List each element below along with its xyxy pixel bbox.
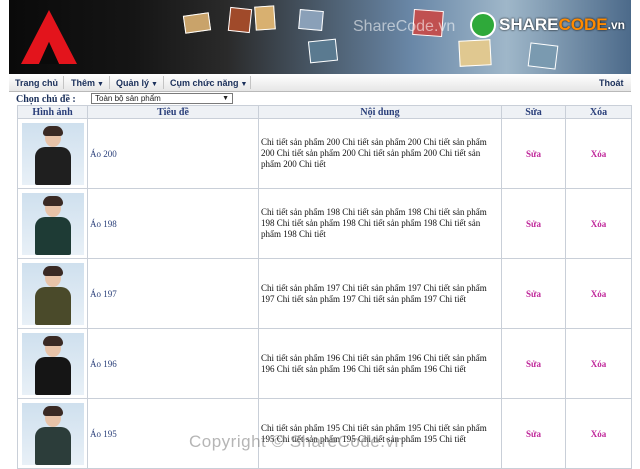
menu-item-add[interactable]: Thêm ▼: [71, 78, 104, 88]
product-title-link[interactable]: Áo 197: [88, 289, 117, 299]
logo-icon: [21, 10, 77, 64]
product-thumbnail[interactable]: [21, 402, 84, 465]
banner-photo: [458, 39, 492, 67]
caret-down-icon: ▼: [97, 81, 104, 88]
select-arrow-icon: ▼: [222, 95, 229, 102]
product-thumbnail[interactable]: [21, 262, 84, 325]
menu-item-functions[interactable]: Cụm chức năng ▼: [170, 78, 247, 88]
banner-photo: [254, 5, 276, 31]
copyright-watermark: Copyright © ShareCode.vn: [189, 432, 405, 451]
table-header-row: Hình ảnh Tiêu đề Nội dung Sửa Xóa: [17, 105, 632, 119]
edit-link[interactable]: Sửa: [501, 328, 566, 399]
watermark-text: ShareCode.vn: [353, 18, 456, 35]
banner-photo: [227, 6, 253, 34]
product-title-link[interactable]: Áo 198: [88, 219, 117, 229]
banner-photo: [307, 38, 339, 64]
banner-photo: [182, 12, 212, 34]
product-table: Hình ảnh Tiêu đề Nội dung Sửa Xóa Áo 200…: [17, 105, 632, 469]
delete-link[interactable]: Xóa: [565, 188, 632, 259]
product-title-link[interactable]: Áo 195: [88, 429, 117, 439]
topic-select[interactable]: Toàn bộ sản phẩm ▼: [91, 93, 233, 104]
banner-photo: [527, 42, 559, 70]
col-header-edit: Sửa: [501, 105, 566, 119]
col-header-title: Tiêu đề: [87, 105, 259, 119]
caret-down-icon: ▼: [151, 81, 158, 88]
edit-link[interactable]: Sửa: [501, 188, 566, 259]
menu-item-manage[interactable]: Quản lý ▼: [116, 78, 158, 88]
table-row: Áo 200 Chi tiết sản phẩm 200 Chi tiết sả…: [17, 118, 632, 189]
product-content: Chi tiết sản phẩm 197 Chi tiết sản phẩm …: [258, 258, 502, 329]
brand-circle-icon: [470, 12, 497, 38]
col-header-delete: Xóa: [565, 105, 632, 119]
logout-link[interactable]: Thoát: [599, 78, 624, 88]
table-row: Áo 197 Chi tiết sản phẩm 197 Chi tiết sả…: [17, 258, 632, 329]
menu-divider: [63, 76, 64, 89]
edit-link[interactable]: Sửa: [501, 258, 566, 329]
table-row: Áo 198 Chi tiết sản phẩm 198 Chi tiết sả…: [17, 188, 632, 259]
menu-divider: [163, 76, 164, 89]
menu-item-home[interactable]: Trang chủ: [15, 78, 58, 88]
edit-link[interactable]: Sửa: [501, 118, 566, 189]
brand-logo: SHARE CODE .vn: [470, 12, 625, 38]
menu-divider: [109, 76, 110, 89]
delete-link[interactable]: Xóa: [565, 258, 632, 329]
product-content: Chi tiết sản phẩm 196 Chi tiết sản phẩm …: [258, 328, 502, 399]
header-banner: ShareCode.vn SHARE CODE .vn: [9, 0, 631, 74]
banner-photo: [298, 8, 324, 32]
delete-link[interactable]: Xóa: [565, 398, 632, 469]
product-content: Chi tiết sản phẩm 200 Chi tiết sản phẩm …: [258, 118, 502, 189]
table-row: Áo 196 Chi tiết sản phẩm 196 Chi tiết sả…: [17, 328, 632, 399]
product-title-link[interactable]: Áo 200: [88, 149, 117, 159]
product-thumbnail[interactable]: [21, 332, 84, 395]
menu-bar: Trang chủ Thêm ▼ Quản lý ▼ Cụm chức năng ▼ …: [9, 74, 631, 92]
topic-filter-label: Chọn chủ đề :: [16, 94, 76, 105]
edit-link[interactable]: Sửa: [501, 398, 566, 469]
menu-divider: [250, 76, 251, 89]
product-thumbnail[interactable]: [21, 122, 84, 185]
col-header-image: Hình ảnh: [17, 105, 88, 119]
delete-link[interactable]: Xóa: [565, 118, 632, 189]
col-header-content: Nội dung: [258, 105, 502, 119]
product-content: Chi tiết sản phẩm 198 Chi tiết sản phẩm …: [258, 188, 502, 259]
delete-link[interactable]: Xóa: [565, 328, 632, 399]
product-thumbnail[interactable]: [21, 192, 84, 255]
caret-down-icon: ▼: [240, 81, 248, 88]
product-title-link[interactable]: Áo 196: [88, 359, 117, 369]
